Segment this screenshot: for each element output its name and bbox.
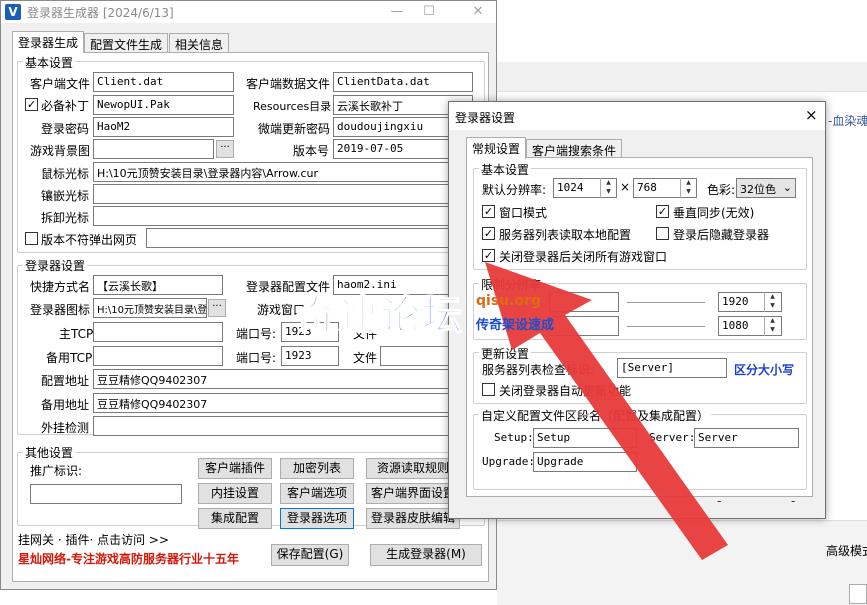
watermark-site: qisu.org xyxy=(476,293,541,309)
watermark-main: 奇速论坛 xyxy=(295,292,464,340)
tab-general[interactable]: 常规设置 xyxy=(466,137,527,159)
tab-generator[interactable]: 登录器生成 xyxy=(12,31,85,53)
watermark-sub: 传奇架设速成 xyxy=(476,318,555,333)
